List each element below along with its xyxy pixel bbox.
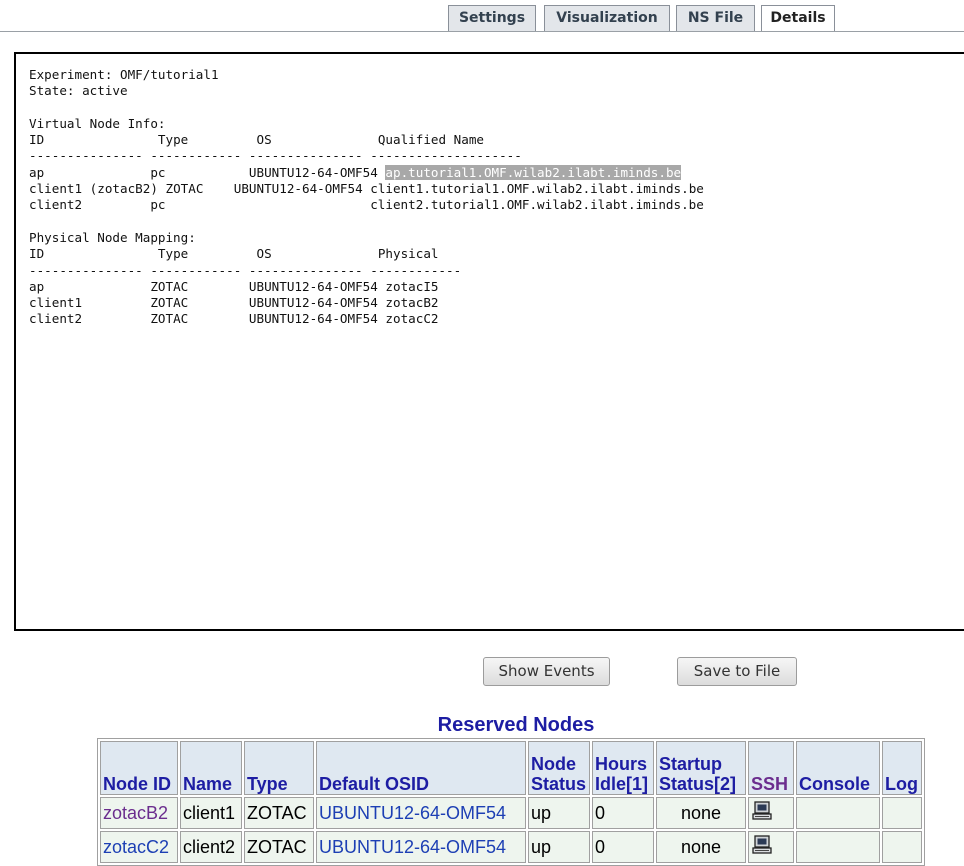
computer-icon[interactable]: [751, 834, 773, 855]
physical-row-id: ap: [29, 278, 45, 294]
physical-row-physical: zotacI5: [385, 278, 439, 294]
tab-divider: [0, 31, 964, 32]
hours-idle-cell: 0: [592, 797, 654, 829]
col-name: Name: [180, 741, 242, 795]
physical-row-id: client2: [29, 311, 83, 327]
col-log: Log: [882, 741, 922, 795]
type-cell: ZOTAC: [244, 831, 314, 863]
details-panel[interactable]: Experiment: OMF/tutorial1 State: active …: [14, 52, 964, 631]
startup-status-cell: none: [656, 797, 746, 829]
col-hours-idle-line2: Idle[1]: [595, 774, 649, 794]
ssh-cell: [748, 831, 794, 863]
virtual-row-qualified: client2.tutorial1.OMF.wilab2.ilabt.imind…: [370, 197, 704, 213]
virtual-col-qualified: Qualified Name: [377, 132, 484, 148]
osid-cell: UBUNTU12-64-OMF54: [316, 831, 526, 863]
virtual-separator: --------------- ------------ -----------…: [29, 148, 522, 164]
tab-details[interactable]: Details: [761, 5, 835, 32]
tab-visualization[interactable]: Visualization: [544, 5, 670, 31]
physical-row-os: UBUNTU12-64-OMF54: [248, 295, 378, 311]
reserved-nodes-table: Node ID Name Type Default OSID Node Statu…: [97, 738, 925, 866]
hours-idle-cell: 0: [592, 831, 654, 863]
col-startup-status-line1: Startup: [659, 754, 722, 774]
virtual-row-qualified: client1.tutorial1.OMF.wilab2.ilabt.imind…: [370, 181, 704, 197]
console-cell: [796, 831, 880, 863]
table-header-row: Node ID Name Type Default OSID Node Statu…: [100, 741, 922, 795]
physical-row-physical: zotacB2: [385, 295, 439, 311]
col-node-status: Node Status: [528, 741, 590, 795]
col-startup-status: Startup Status[2]: [656, 741, 746, 795]
osid-cell: UBUNTU12-64-OMF54: [316, 797, 526, 829]
virtual-row-type: pc: [150, 197, 166, 213]
virtual-row-id: ap: [29, 164, 45, 180]
type-cell: ZOTAC: [244, 797, 314, 829]
physical-row-os: UBUNTU12-64-OMF54: [248, 311, 378, 327]
tab-settings[interactable]: Settings: [448, 5, 536, 31]
physical-row-physical: zotacC2: [385, 311, 439, 327]
physical-heading: Physical Node Mapping:: [29, 229, 196, 245]
physical-col-id: ID: [29, 246, 45, 262]
ssh-cell: [748, 797, 794, 829]
virtual-row-type: ZOTAC: [165, 181, 204, 197]
tab-bar: Settings Visualization NS File Details: [0, 0, 964, 33]
virtual-row-type: pc: [150, 164, 166, 180]
name-cell: client1: [180, 797, 242, 829]
virtual-row-id: client2: [29, 197, 83, 213]
reserved-nodes-title: Reserved Nodes: [437, 714, 595, 736]
osid-link[interactable]: UBUNTU12-64-OMF54: [319, 803, 506, 823]
physical-row-id: client1: [29, 295, 83, 311]
physical-separator: --------------- ------------ -----------…: [29, 262, 462, 278]
name-cell: client2: [180, 831, 242, 863]
physical-row-type: ZOTAC: [150, 278, 189, 294]
col-startup-status-line2: Status[2]: [659, 774, 737, 794]
physical-row-os: UBUNTU12-64-OMF54: [248, 278, 378, 294]
physical-col-type: Type: [157, 246, 189, 262]
virtual-row-qualified-selected: ap.tutorial1.OMF.wilab2.ilabt.iminds.be: [385, 164, 682, 180]
console-cell: [796, 797, 880, 829]
virtual-col-type: Type: [157, 132, 189, 148]
details-text[interactable]: Experiment: OMF/tutorial1 State: active …: [29, 67, 704, 328]
experiment-line: Experiment: OMF/tutorial1: [29, 67, 219, 82]
physical-row-type: ZOTAC: [150, 311, 189, 327]
log-cell: [882, 831, 922, 863]
node-id-cell: zotacB2: [100, 797, 178, 829]
node-status-cell: up: [528, 831, 590, 863]
osid-link[interactable]: UBUNTU12-64-OMF54: [319, 837, 506, 857]
table-row: zotacB2 client1 ZOTAC UBUNTU12-64-OMF54 …: [100, 797, 922, 829]
virtual-row-os: UBUNTU12-64-OMF54: [248, 164, 378, 180]
col-node-status-line2: Status: [531, 774, 587, 794]
physical-col-physical: Physical: [377, 246, 439, 262]
show-events-button[interactable]: Show Events: [483, 657, 610, 686]
virtual-row-os: UBUNTU12-64-OMF54: [233, 181, 363, 197]
node-status-cell: up: [528, 797, 590, 829]
col-node-id: Node ID: [100, 741, 178, 795]
col-hours-idle-line1: Hours: [595, 754, 648, 774]
virtual-row-id: client1 (zotacB2): [29, 181, 158, 197]
col-type: Type: [244, 741, 314, 795]
save-to-file-button[interactable]: Save to File: [677, 657, 797, 686]
table-row: zotacC2 client2 ZOTAC UBUNTU12-64-OMF54 …: [100, 831, 922, 863]
node-id-link[interactable]: zotacC2: [103, 837, 169, 857]
physical-row-type: ZOTAC: [150, 295, 189, 311]
physical-col-os: OS: [256, 246, 272, 262]
tab-ns-file[interactable]: NS File: [676, 5, 755, 31]
virtual-col-os: OS: [256, 132, 272, 148]
col-ssh-label: SSH: [751, 774, 789, 794]
node-id-link[interactable]: zotacB2: [103, 803, 168, 823]
virtual-heading: Virtual Node Info:: [29, 115, 166, 131]
col-console: Console: [796, 741, 880, 795]
col-hours-idle: Hours Idle[1]: [592, 741, 654, 795]
node-id-cell: zotacC2: [100, 831, 178, 863]
state-line: State: active: [29, 83, 128, 99]
col-ssh: SSH: [748, 741, 794, 795]
log-cell: [882, 797, 922, 829]
computer-icon[interactable]: [751, 800, 773, 821]
virtual-col-id: ID: [29, 132, 45, 148]
col-default-osid: Default OSID: [316, 741, 526, 795]
col-node-status-line1: Node: [531, 754, 576, 774]
startup-status-cell: none: [656, 831, 746, 863]
